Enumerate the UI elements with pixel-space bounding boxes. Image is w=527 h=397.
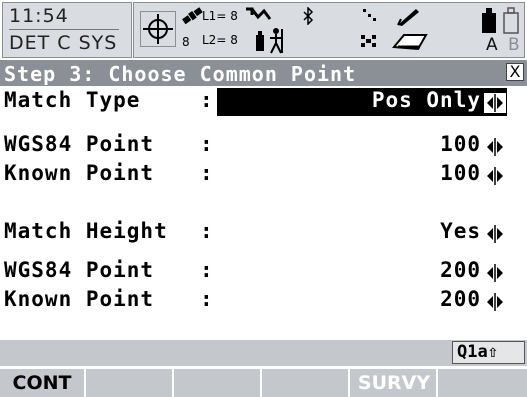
field-row-known-point-1[interactable]: Known Point : 100 bbox=[0, 161, 527, 191]
softkey-f5-survy[interactable]: SURVY bbox=[352, 369, 438, 397]
field-value-known-point-1[interactable]: 100 bbox=[440, 161, 481, 185]
rtk-link-icon[interactable] bbox=[244, 5, 272, 27]
l2-satellites: L2= 8 bbox=[202, 33, 238, 47]
field-label: Match Height bbox=[4, 219, 168, 243]
field-label: Known Point bbox=[4, 161, 155, 185]
field-label: WGS84 Point bbox=[4, 132, 155, 156]
clock-time: 11:54 bbox=[9, 5, 69, 27]
field-row-wgs84-point-2[interactable]: WGS84 Point : 200 bbox=[0, 258, 527, 288]
point-icon[interactable] bbox=[362, 7, 378, 26]
l1-satellites: L1= 8 bbox=[202, 9, 238, 23]
field-colon: : bbox=[200, 132, 213, 156]
field-value-match-type[interactable]: Pos Only bbox=[372, 88, 481, 112]
dialog-title: Step 3: Choose Common Point bbox=[4, 62, 357, 86]
dialog-title-bar: Step 3: Choose Common Point X bbox=[0, 60, 527, 86]
field-label: Match Type bbox=[4, 88, 141, 112]
card-icon[interactable] bbox=[392, 33, 428, 55]
softkey-f4[interactable] bbox=[264, 369, 350, 397]
battery-icon[interactable] bbox=[480, 5, 522, 39]
left-right-arrows-icon[interactable] bbox=[484, 292, 506, 312]
satellite-icon[interactable] bbox=[180, 5, 204, 31]
field-label: Known Point bbox=[4, 287, 155, 311]
left-right-arrows-icon[interactable] bbox=[484, 137, 506, 157]
field-colon: : bbox=[200, 88, 213, 112]
softkey-f3[interactable] bbox=[176, 369, 262, 397]
field-row-wgs84-point-1[interactable]: WGS84 Point : 100 bbox=[0, 132, 527, 162]
left-right-arrows-icon[interactable] bbox=[484, 93, 506, 113]
field-value-wgs84-point-2[interactable]: 200 bbox=[440, 258, 481, 282]
input-mode-label: A bbox=[486, 35, 498, 55]
status-icons-panel: 8 L1= 8 L2= 8 A B bbox=[133, 2, 525, 58]
info-bar: Q1a⇧ bbox=[0, 340, 527, 366]
field-row-match-type[interactable]: Match Type : Pos Only bbox=[0, 88, 527, 118]
left-right-arrows-icon[interactable] bbox=[484, 166, 506, 186]
softkey-f6[interactable] bbox=[440, 369, 527, 397]
field-colon: : bbox=[200, 161, 213, 185]
clock-divider bbox=[9, 29, 119, 30]
field-colon: : bbox=[200, 287, 213, 311]
softkey-f1-cont[interactable]: CONT bbox=[0, 369, 86, 397]
softkey-f2[interactable] bbox=[88, 369, 174, 397]
status-bar: 11:54 DET C SYS 8 L1= 8 L2= 8 A B bbox=[0, 0, 527, 60]
field-label: WGS84 Point bbox=[4, 258, 155, 282]
left-right-arrows-icon[interactable] bbox=[484, 263, 506, 283]
bluetooth-icon[interactable] bbox=[302, 6, 314, 29]
coord-system-label: DET C SYS bbox=[9, 32, 118, 54]
field-colon: : bbox=[200, 219, 213, 243]
line-icon[interactable] bbox=[360, 33, 378, 52]
clock-panel: 11:54 DET C SYS bbox=[2, 2, 132, 58]
keyboard-mode-indicator: Q1a⇧ bbox=[452, 341, 525, 364]
close-button[interactable]: X bbox=[506, 63, 524, 81]
field-value-match-height[interactable]: Yes bbox=[440, 219, 481, 243]
rover-person-icon[interactable] bbox=[254, 27, 288, 59]
stylus-icon[interactable] bbox=[396, 5, 420, 31]
softkey-bar: CONT SURVY bbox=[0, 369, 527, 397]
input-mode-secondary: B bbox=[508, 35, 520, 55]
field-value-known-point-2[interactable]: 200 bbox=[440, 287, 481, 311]
field-row-match-height[interactable]: Match Height : Yes bbox=[0, 219, 527, 249]
field-value-wgs84-point-1[interactable]: 100 bbox=[440, 132, 481, 156]
position-crosshair-icon[interactable] bbox=[140, 11, 176, 51]
satellite-count-bottom: 8 bbox=[182, 35, 190, 49]
field-colon: : bbox=[200, 258, 213, 282]
left-right-arrows-icon[interactable] bbox=[484, 224, 506, 244]
field-row-known-point-2[interactable]: Known Point : 200 bbox=[0, 287, 527, 317]
